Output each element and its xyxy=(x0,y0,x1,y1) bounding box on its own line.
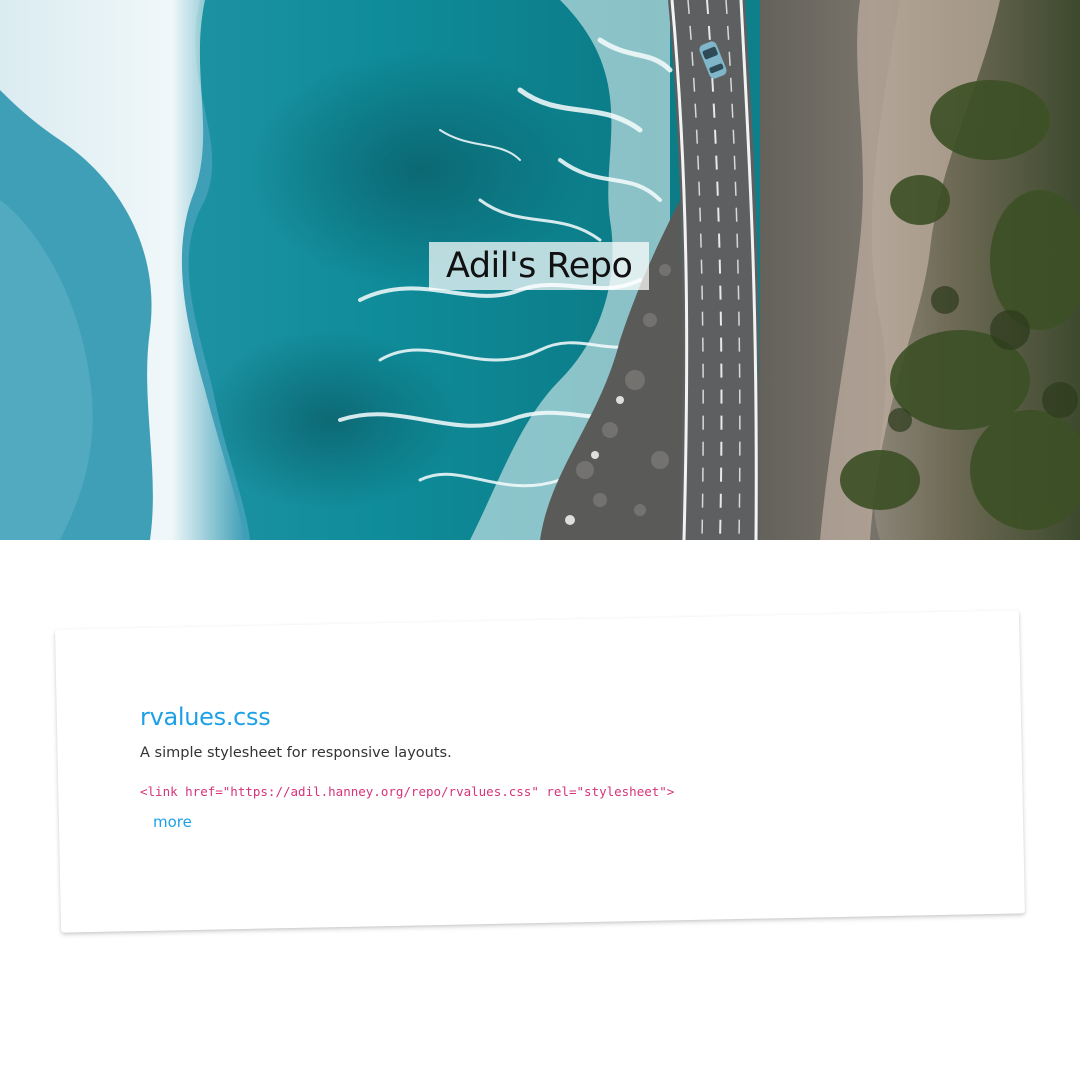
project-description: A simple stylesheet for responsive layou… xyxy=(140,745,452,761)
more-link[interactable]: more xyxy=(153,812,192,832)
project-card-content: rvalues.css A simple stylesheet for resp… xyxy=(140,702,940,832)
hero-banner: Adil's Repo xyxy=(0,0,1080,540)
code-snippet: <link href="https://adil.hanney.org/repo… xyxy=(140,784,675,799)
project-title-link[interactable]: rvalues.css xyxy=(140,702,940,732)
site-title: Adil's Repo xyxy=(429,242,650,290)
